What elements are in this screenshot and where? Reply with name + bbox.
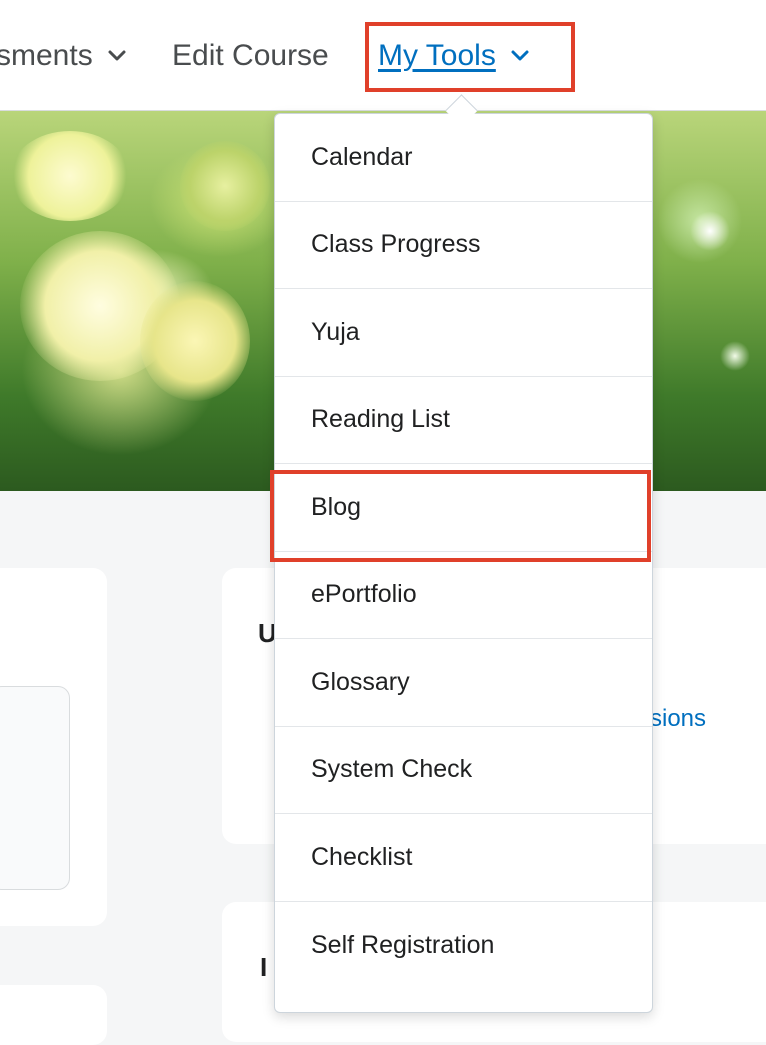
menu-item-class-progress[interactable]: Class Progress [275, 202, 652, 289]
dew-drop [720, 341, 750, 371]
menu-item-glossary[interactable]: Glossary [275, 639, 652, 727]
nav-assessments-label: sments [0, 39, 93, 72]
menu-item-reading-list[interactable]: Reading List [275, 377, 652, 464]
card-link-partial[interactable]: sions [650, 705, 706, 733]
my-tools-highlight-box [365, 22, 575, 92]
flower-petal [10, 131, 130, 221]
chevron-down-icon [108, 50, 126, 61]
menu-item-calendar[interactable]: Calendar [275, 114, 652, 202]
menu-item-system-check[interactable]: System Check [275, 727, 652, 814]
nav-edit-course-label: Edit Course [172, 39, 329, 72]
flower-petal [140, 281, 250, 401]
content-inner-box [0, 686, 70, 890]
nav-assessments-menu[interactable]: sments [0, 36, 127, 76]
flower-petal [180, 141, 270, 231]
menu-item-yuja[interactable]: Yuja [275, 289, 652, 377]
menu-item-self-registration[interactable]: Self Registration [275, 902, 652, 990]
content-card-left-bottom [0, 985, 107, 1045]
blog-highlight-box [270, 470, 651, 562]
card-heading-partial-2: I [260, 952, 268, 982]
menu-item-eportfolio[interactable]: ePortfolio [275, 552, 652, 639]
dew-drop [690, 211, 730, 251]
menu-item-checklist[interactable]: Checklist [275, 814, 652, 902]
my-tools-dropdown: Calendar Class Progress Yuja Reading Lis… [274, 113, 653, 1013]
nav-edit-course-link[interactable]: Edit Course [172, 36, 329, 76]
